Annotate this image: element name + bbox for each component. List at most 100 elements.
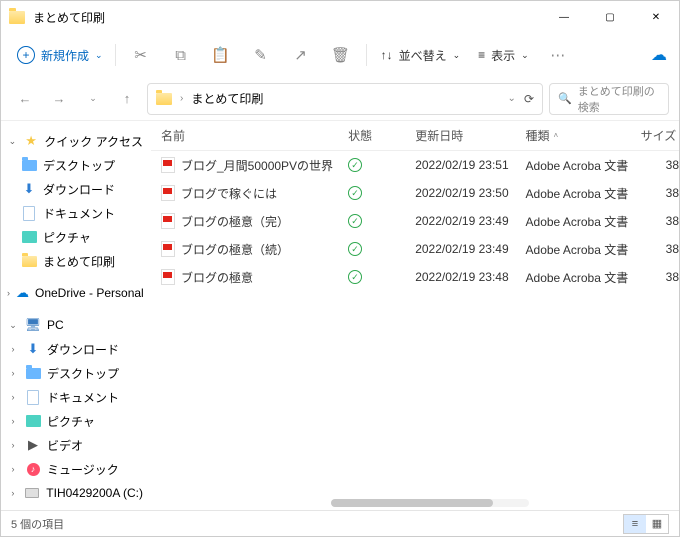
- file-date: 2022/02/19 23:49: [415, 242, 525, 256]
- cloud-sync-icon[interactable]: ☁: [651, 45, 667, 65]
- file-size: 38: [641, 158, 679, 172]
- pdf-icon: [161, 241, 175, 257]
- sidebar-pictures[interactable]: ピクチャ: [1, 225, 151, 249]
- titlebar: まとめて印刷 ― ▢ ✕: [1, 1, 679, 33]
- window-controls: ― ▢ ✕: [541, 1, 679, 33]
- file-list: ブログ_月間50000PVの世界✓2022/02/19 23:51Adobe A…: [151, 151, 679, 496]
- chevron-down-icon[interactable]: ⌄: [508, 93, 516, 104]
- sidebar-pc-downloads[interactable]: ›⬇ダウンロード: [1, 337, 151, 361]
- sidebar-onedrive[interactable]: ›☁OneDrive - Personal: [1, 281, 151, 305]
- status-ok-icon: ✓: [348, 214, 362, 228]
- sidebar-documents[interactable]: ドキュメント: [1, 201, 151, 225]
- sidebar-pc-desktop[interactable]: ›デスクトップ: [1, 361, 151, 385]
- view-toggle: ≡ ▦: [623, 514, 669, 534]
- scroll-thumb[interactable]: [331, 499, 493, 507]
- details-view-button[interactable]: ≡: [624, 515, 646, 533]
- search-box[interactable]: 🔍 まとめて印刷の検索: [549, 83, 669, 115]
- icons-view-button[interactable]: ▦: [646, 515, 668, 533]
- cut-icon[interactable]: ✂: [124, 38, 158, 72]
- chevron-down-icon: ⌄: [95, 50, 103, 61]
- status-ok-icon: ✓: [348, 242, 362, 256]
- search-icon: 🔍: [558, 92, 572, 105]
- file-type: Adobe Acroba 文書: [526, 213, 641, 230]
- address-bar[interactable]: › まとめて印刷 ⌄ ⟳: [147, 83, 543, 115]
- file-type: Adobe Acroba 文書: [526, 269, 641, 286]
- file-name: ブログの極意: [181, 269, 253, 286]
- sidebar-pc[interactable]: ⌄🖥PC: [1, 313, 151, 337]
- refresh-icon[interactable]: ⟳: [524, 92, 534, 106]
- pdf-icon: [161, 213, 175, 229]
- table-row[interactable]: ブログの極意（続） ✓ 2022/02/19 23:49Adobe Acroba 文…: [151, 235, 679, 263]
- sidebar-pc-documents[interactable]: ›ドキュメント: [1, 385, 151, 409]
- separator: [366, 44, 367, 66]
- share-icon[interactable]: ↗: [284, 38, 318, 72]
- paste-icon[interactable]: 📋: [204, 38, 238, 72]
- sort-button[interactable]: ↑↓ 並べ替え ⌄: [375, 47, 467, 64]
- file-date: 2022/02/19 23:50: [415, 186, 525, 200]
- file-size: 38: [641, 242, 679, 256]
- column-headers: 名前 状態 更新日時 種類˄ サイズ: [151, 121, 679, 151]
- close-button[interactable]: ✕: [633, 1, 679, 33]
- horizontal-scrollbar[interactable]: [151, 496, 679, 510]
- file-name: ブログの極意（続）: [181, 241, 289, 258]
- sort-icon: ↑↓: [381, 48, 393, 62]
- content-area: 名前 状態 更新日時 種類˄ サイズ ブログ_月間50000PVの世界 ✓ 2022…: [151, 121, 679, 510]
- file-size: 38: [641, 270, 679, 284]
- rename-icon[interactable]: ✎: [244, 38, 278, 72]
- view-icon: ≡: [478, 48, 485, 62]
- file-type: Adobe Acroba 文書: [526, 241, 641, 258]
- file-type: Adobe Acroba 文書: [526, 185, 641, 202]
- sidebar-pc-videos[interactable]: ›▶ビデオ: [1, 433, 151, 457]
- folder-icon: [9, 11, 25, 24]
- maximize-button[interactable]: ▢: [587, 1, 633, 33]
- sidebar-downloads[interactable]: ⬇ダウンロード: [1, 177, 151, 201]
- sidebar-pc-drive-c[interactable]: ›TIH0429200A (C:): [1, 481, 151, 505]
- forward-button[interactable]: →: [45, 85, 73, 113]
- status-ok-icon: ✓: [348, 270, 362, 284]
- statusbar: 5 個の項目 ≡ ▦: [1, 510, 679, 536]
- new-label: 新規作成: [41, 47, 89, 64]
- minimize-button[interactable]: ―: [541, 1, 587, 33]
- window-title: まとめて印刷: [33, 9, 105, 26]
- pdf-icon: [161, 269, 175, 285]
- header-name[interactable]: 名前: [161, 127, 348, 144]
- file-date: 2022/02/19 23:51: [415, 158, 525, 172]
- view-label: 表示: [491, 47, 515, 64]
- table-row[interactable]: ブログで稼ぐには✓2022/02/19 23:50Adobe Acroba 文書…: [151, 179, 679, 207]
- table-row[interactable]: ブログ_月間50000PVの世界 ✓ 2022/02/19 23:51Adobe A…: [151, 151, 679, 179]
- header-type[interactable]: 種類˄: [526, 127, 641, 144]
- view-button[interactable]: ≡ 表示 ⌄: [472, 47, 535, 64]
- sidebar-thisfolder[interactable]: まとめて印刷: [1, 249, 151, 273]
- file-date: 2022/02/19 23:49: [415, 214, 525, 228]
- file-name: ブログで稼ぐには: [181, 185, 277, 202]
- sidebar-desktop[interactable]: デスクトップ: [1, 153, 151, 177]
- file-name: ブログ_月間50000PVの世界: [181, 157, 333, 174]
- sidebar-pc-music[interactable]: ›♪ミュージック: [1, 457, 151, 481]
- address-folder: まとめて印刷: [191, 90, 263, 107]
- sidebar-quick-access[interactable]: ⌄★クイック アクセス: [1, 129, 151, 153]
- up-button[interactable]: ↑: [113, 85, 141, 113]
- sidebar-pc-pictures[interactable]: ›ピクチャ: [1, 409, 151, 433]
- header-date[interactable]: 更新日時: [415, 127, 525, 144]
- table-row[interactable]: ブログの極意✓2022/02/19 23:48Adobe Acroba 文書38: [151, 263, 679, 291]
- status-ok-icon: ✓: [348, 158, 362, 172]
- new-button[interactable]: + 新規作成 ⌄: [13, 42, 107, 68]
- delete-icon[interactable]: 🗑: [324, 38, 358, 72]
- plus-icon: +: [17, 46, 35, 64]
- back-button[interactable]: ←: [11, 85, 39, 113]
- file-size: 38: [641, 186, 679, 200]
- header-status[interactable]: 状態: [348, 127, 415, 144]
- navbar: ← → ⌄ ↑ › まとめて印刷 ⌄ ⟳ 🔍 まとめて印刷の検索: [1, 77, 679, 121]
- sort-indicator-icon: ˄: [554, 131, 559, 140]
- header-size[interactable]: サイズ: [641, 127, 679, 144]
- table-row[interactable]: ブログの極意（完）✓2022/02/19 23:49Adobe Acroba 文…: [151, 207, 679, 235]
- chevron-right-icon: ›: [180, 93, 183, 104]
- copy-icon[interactable]: ⧉: [164, 38, 198, 72]
- folder-icon: [156, 93, 172, 105]
- more-icon[interactable]: ⋯: [541, 38, 575, 72]
- search-placeholder: まとめて印刷の検索: [578, 83, 660, 115]
- chevron-down-icon[interactable]: ⌄: [79, 85, 107, 113]
- file-type: Adobe Acroba 文書: [526, 157, 641, 174]
- toolbar: + 新規作成 ⌄ ✂ ⧉ 📋 ✎ ↗ 🗑 ↑↓ 並べ替え ⌄ ≡ 表示 ⌄ ⋯ …: [1, 33, 679, 77]
- chevron-down-icon: ⌄: [453, 50, 461, 61]
